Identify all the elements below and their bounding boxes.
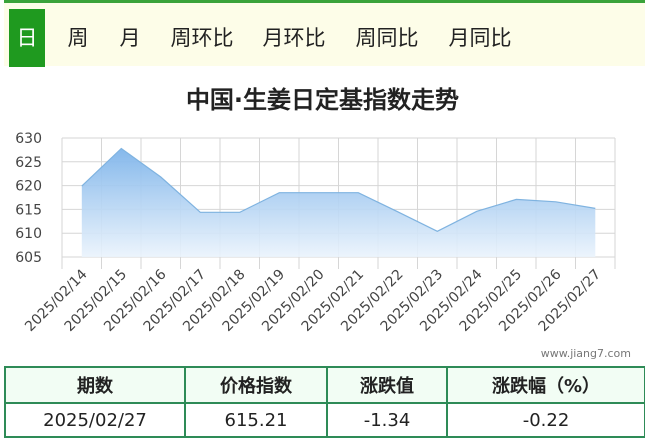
index-trend-chart: 605 610 615 620 625 630 2025/02/142025/02/152… [15, 131, 616, 335]
tab-month-over-month[interactable]: 月环比 [254, 9, 334, 67]
chart-title: 中国·生姜日定基指数走势 [185, 86, 460, 114]
x-axis-labels: 2025/02/142025/02/152025/02/162025/02/17… [22, 266, 604, 334]
header-change-percent: 涨跌幅（%） [446, 366, 645, 404]
header-change-value: 涨跌值 [326, 366, 448, 404]
y-axis-labels: 605 610 615 620 625 630 [15, 131, 42, 266]
y-tick-label: 615 [15, 202, 42, 218]
tab-week-year-over-year[interactable]: 周同比 [347, 9, 427, 67]
tab-week-over-week[interactable]: 周环比 [162, 9, 242, 67]
summary-header-row: 期数 价格指数 涨跌值 涨跌幅（%） [4, 366, 645, 404]
period-tab-bar: 日 周 月 周环比 月环比 周同比 月同比 [4, 0, 645, 67]
header-period: 期数 [4, 366, 186, 404]
y-tick-label: 625 [15, 155, 42, 171]
header-price-index: 价格指数 [184, 366, 328, 404]
summary-table: 期数 价格指数 涨跌值 涨跌幅（%） 2025/02/27 615.21 -1.… [4, 366, 645, 438]
tab-day[interactable]: 日 [9, 9, 45, 67]
tab-month[interactable]: 月 [110, 9, 150, 67]
cell-period: 2025/02/27 [4, 402, 186, 438]
cell-change-percent: -0.22 [446, 402, 645, 438]
y-tick-label: 630 [15, 131, 42, 147]
cell-change-value: -1.34 [326, 402, 448, 438]
tab-week[interactable]: 周 [58, 9, 98, 67]
site-watermark: www.jiang7.com [540, 347, 631, 360]
y-tick-label: 605 [15, 250, 42, 266]
y-tick-label: 620 [15, 179, 42, 195]
tab-month-year-over-year[interactable]: 月同比 [440, 9, 520, 67]
cell-price-index: 615.21 [184, 402, 328, 438]
table-row: 2025/02/27 615.21 -1.34 -0.22 [4, 402, 645, 438]
y-tick-label: 610 [15, 226, 42, 242]
